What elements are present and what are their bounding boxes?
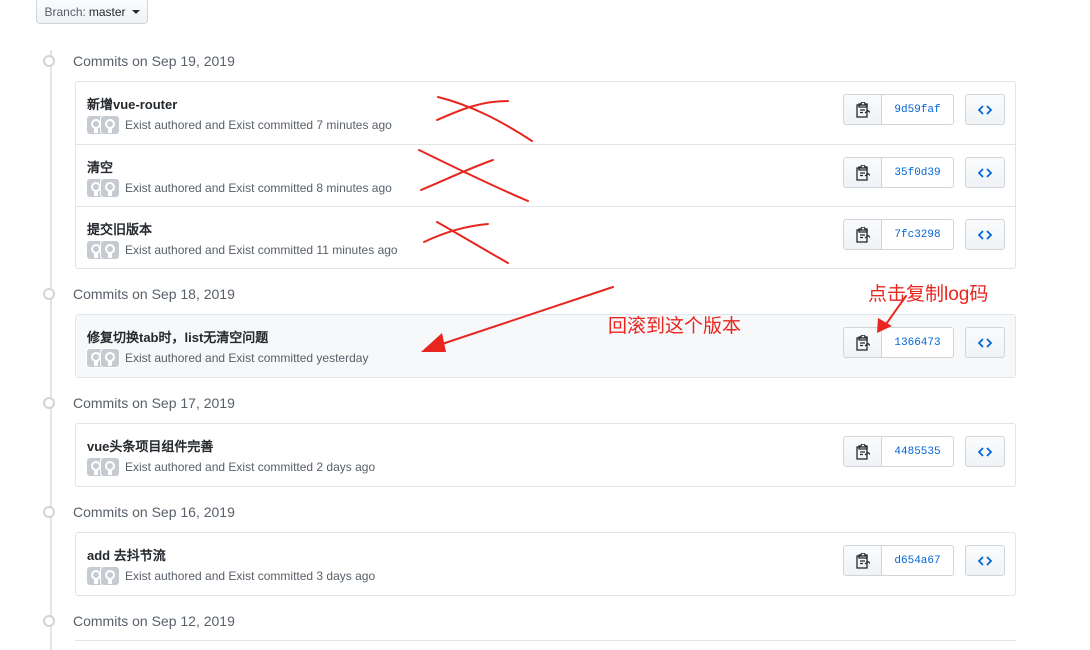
cross-out-mark: [436, 221, 509, 264]
rollback-arrow-head: [421, 333, 446, 352]
copy-log-annotation: 点击复制log码: [868, 284, 989, 305]
rollback-arrow-line: [435, 286, 614, 347]
cross-out-mark: [418, 149, 529, 202]
annotation-overlay: [418, 96, 907, 352]
cross-out-mark: [436, 100, 509, 121]
cross-out-mark: [420, 159, 494, 191]
rollback-annotation: 回滚到这个版本: [608, 316, 742, 337]
